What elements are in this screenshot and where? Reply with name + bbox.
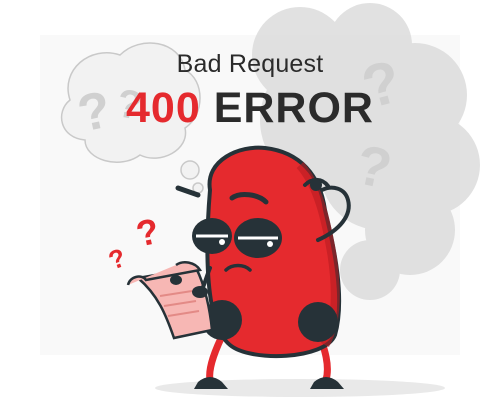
error-subtitle: Bad Request [176, 50, 324, 78]
error-word: ERROR [213, 84, 374, 132]
error-code: 400 [126, 84, 201, 132]
error-headline: 400 ERROR [0, 84, 500, 133]
scratching-hand [310, 179, 322, 191]
